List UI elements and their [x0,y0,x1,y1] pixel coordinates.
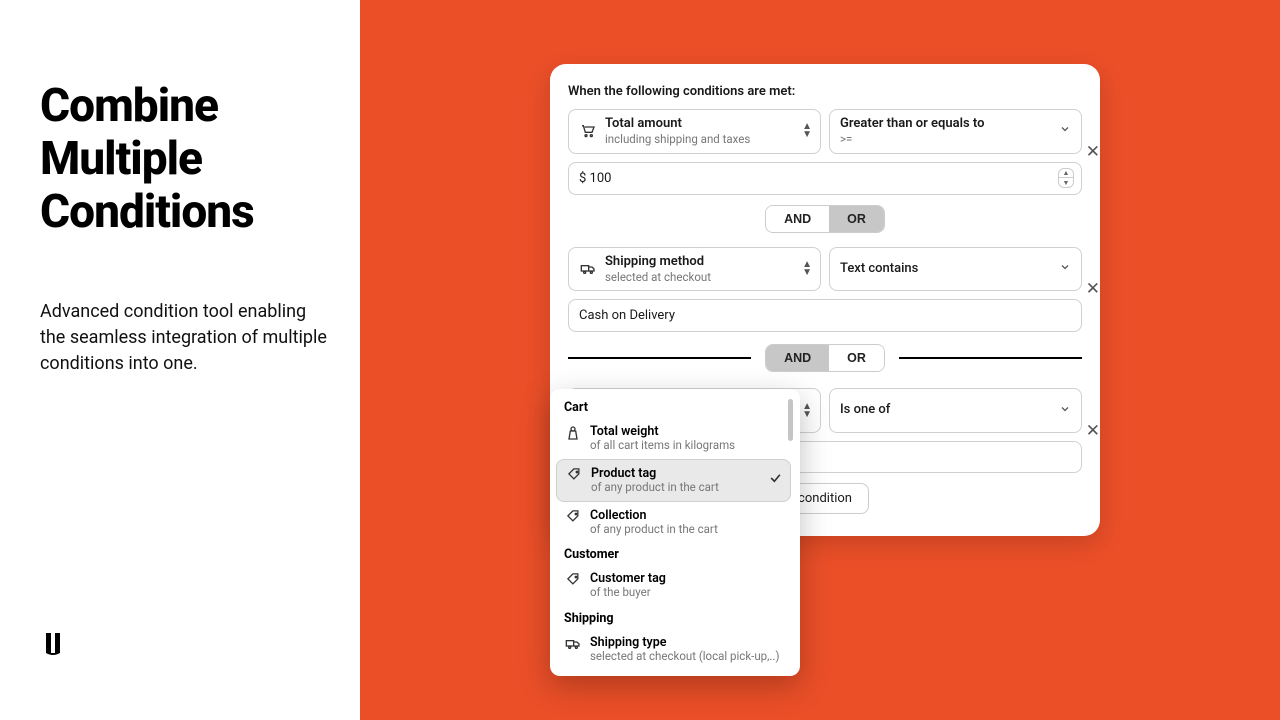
field-sub: selected at checkout [605,270,711,284]
dropdown-item-sub: of any product in the cart [590,523,718,537]
field-title: Total amount [605,116,750,132]
chevron-down-icon [1059,261,1071,277]
tag-icon [564,572,582,587]
footnote: ...and 20+ more conditions [890,483,1093,503]
dropdown-group-label: Shipping [556,606,791,629]
updown-icon: ▲▼ [802,123,812,139]
value-input[interactable]: Cash on Delivery [568,299,1082,332]
tag-icon [564,509,582,524]
remove-row-button[interactable]: ✕ [1086,279,1100,299]
value-input[interactable]: $ 100 [568,162,1082,195]
headline: Combine Multiple Conditions [40,80,328,239]
dropdown-item-title: Product tag [591,466,719,481]
field-select[interactable]: Shipping method selected at checkout ▲▼ [568,247,821,292]
field-title: Shipping method [605,254,711,270]
field-sub: including shipping and taxes [605,132,750,146]
remove-row-button[interactable]: ✕ [1086,142,1100,162]
field-dropdown: CartTotal weightof all cart items in kil… [550,389,800,676]
operator-select[interactable]: Text contains [829,247,1082,292]
dropdown-item[interactable]: Product tagof any product in the cart [556,459,791,502]
dropdown-item-sub: selected at checkout (local pick-up,..) [590,650,779,664]
condition-row: Total amount including shipping and taxe… [568,109,1082,195]
tag-icon [565,467,583,482]
divider [568,357,751,359]
logic-toggle: AND OR [765,344,885,372]
dropdown-item-title: Shipping type [590,635,779,650]
left-panel: Combine Multiple Conditions Advanced con… [0,0,360,720]
check-icon [769,472,782,489]
dropdown-group-label: Customer [556,542,791,565]
truck-icon [564,636,582,652]
updown-icon: ▲▼ [802,403,812,419]
dropdown-item-title: Customer tag [590,571,666,586]
dropdown-item-title: Total weight [590,424,735,439]
truck-icon [579,261,597,277]
cart-icon [579,123,597,139]
op-title: Greater than or equals to [840,116,984,132]
logo [40,630,328,660]
dropdown-item[interactable]: Customer tagof the buyer [556,565,791,606]
dropdown-item[interactable]: Collectionof any product in the cart [556,502,791,543]
updown-icon: ▲▼ [802,261,812,277]
remove-row-button[interactable]: ✕ [1086,421,1100,441]
right-panel: When the following conditions are met: T… [360,0,1280,720]
dropdown-group-label: Cart [556,395,791,418]
and-button[interactable]: AND [766,206,829,232]
operator-select[interactable]: Is one of [829,388,1082,433]
or-button[interactable]: OR [829,206,884,232]
and-button[interactable]: AND [766,345,829,371]
dropdown-item-sub: of all cart items in kilograms [590,439,735,453]
number-stepper[interactable]: ▲ ▼ [1058,168,1074,188]
dropdown-item[interactable]: Shipping typeselected at checkout (local… [556,629,791,670]
dropdown-item-sub: of any product in the cart [591,481,719,495]
condition-row: Shipping method selected at checkout ▲▼ … [568,247,1082,333]
divider [899,357,1082,359]
dropdown-item[interactable]: Total weightof all cart items in kilogra… [556,418,791,459]
op-sub: >= [840,132,984,146]
subtext: Advanced condition tool enabling the sea… [40,299,328,377]
weight-icon [564,425,582,441]
field-select[interactable]: Total amount including shipping and taxe… [568,109,821,154]
dropdown-item-sub: of the buyer [590,586,666,600]
op-title: Text contains [840,261,918,277]
logic-toggle: AND OR [765,205,885,233]
operator-select[interactable]: Greater than or equals to >= [829,109,1082,154]
op-title: Is one of [840,402,890,418]
card-title: When the following conditions are met: [568,84,1082,99]
or-button[interactable]: OR [829,345,884,371]
chevron-down-icon [1059,403,1071,419]
dropdown-item-title: Collection [590,508,718,523]
chevron-down-icon [1059,123,1071,139]
step-down[interactable]: ▼ [1059,178,1073,187]
step-up[interactable]: ▲ [1059,169,1073,178]
